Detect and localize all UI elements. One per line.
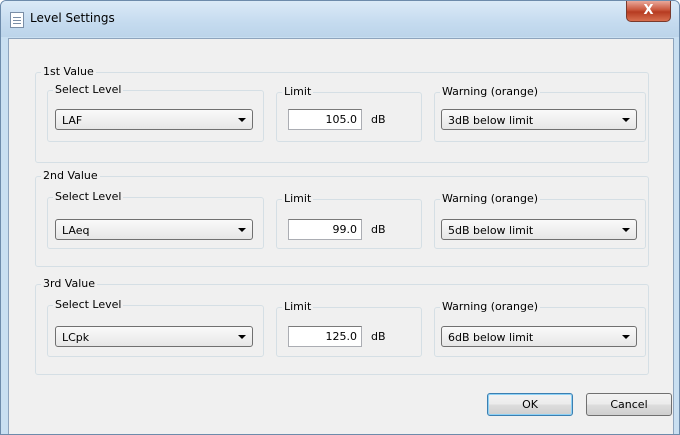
warning-dropdown[interactable]: 6dB below limit bbox=[441, 326, 637, 347]
select-level-value: LCpk bbox=[62, 331, 90, 344]
dialog-client-area: 1st Value Select Level LAF Limit 105.0 d… bbox=[8, 38, 674, 434]
select-level-label: Select Level bbox=[55, 298, 122, 311]
limit-unit: dB bbox=[371, 330, 386, 343]
chevron-down-icon bbox=[238, 118, 246, 122]
warning-label: Warning (orange) bbox=[442, 85, 539, 98]
warning-value: 3dB below limit bbox=[448, 114, 534, 127]
select-level-label: Select Level bbox=[55, 83, 122, 96]
level-settings-window: Level Settings X 1st Value Select Level … bbox=[0, 0, 680, 435]
warning-value: 6dB below limit bbox=[448, 331, 534, 344]
limit-input[interactable]: 105.0 bbox=[288, 109, 362, 130]
document-icon bbox=[10, 12, 24, 28]
window-title: Level Settings bbox=[30, 11, 115, 25]
limit-label: Limit bbox=[284, 85, 312, 98]
chevron-down-icon bbox=[238, 228, 246, 232]
warning-value: 5dB below limit bbox=[448, 224, 534, 237]
group-title: 2nd Value bbox=[43, 169, 98, 182]
group-title: 3rd Value bbox=[43, 277, 96, 290]
select-level-dropdown[interactable]: LCpk bbox=[55, 326, 253, 347]
group-title: 1st Value bbox=[43, 65, 94, 78]
title-bar[interactable]: Level Settings X bbox=[1, 1, 679, 37]
chevron-down-icon bbox=[622, 118, 630, 122]
select-level-dropdown[interactable]: LAeq bbox=[55, 219, 253, 240]
warning-label: Warning (orange) bbox=[442, 300, 539, 313]
limit-label: Limit bbox=[284, 192, 312, 205]
close-icon: X bbox=[643, 3, 654, 18]
limit-input[interactable]: 125.0 bbox=[288, 326, 362, 347]
close-button[interactable]: X bbox=[626, 1, 671, 22]
select-level-label: Select Level bbox=[55, 190, 122, 203]
select-level-value: LAF bbox=[62, 114, 83, 127]
limit-unit: dB bbox=[371, 113, 386, 126]
limit-unit: dB bbox=[371, 223, 386, 236]
select-level-value: LAeq bbox=[62, 224, 90, 237]
warning-label: Warning (orange) bbox=[442, 192, 539, 205]
select-level-dropdown[interactable]: LAF bbox=[55, 109, 253, 130]
cancel-button[interactable]: Cancel bbox=[586, 393, 672, 416]
chevron-down-icon bbox=[238, 335, 246, 339]
chevron-down-icon bbox=[622, 335, 630, 339]
warning-dropdown[interactable]: 3dB below limit bbox=[441, 109, 637, 130]
limit-label: Limit bbox=[284, 300, 312, 313]
warning-dropdown[interactable]: 5dB below limit bbox=[441, 219, 637, 240]
ok-button[interactable]: OK bbox=[487, 393, 573, 416]
chevron-down-icon bbox=[622, 228, 630, 232]
limit-input[interactable]: 99.0 bbox=[288, 219, 362, 240]
